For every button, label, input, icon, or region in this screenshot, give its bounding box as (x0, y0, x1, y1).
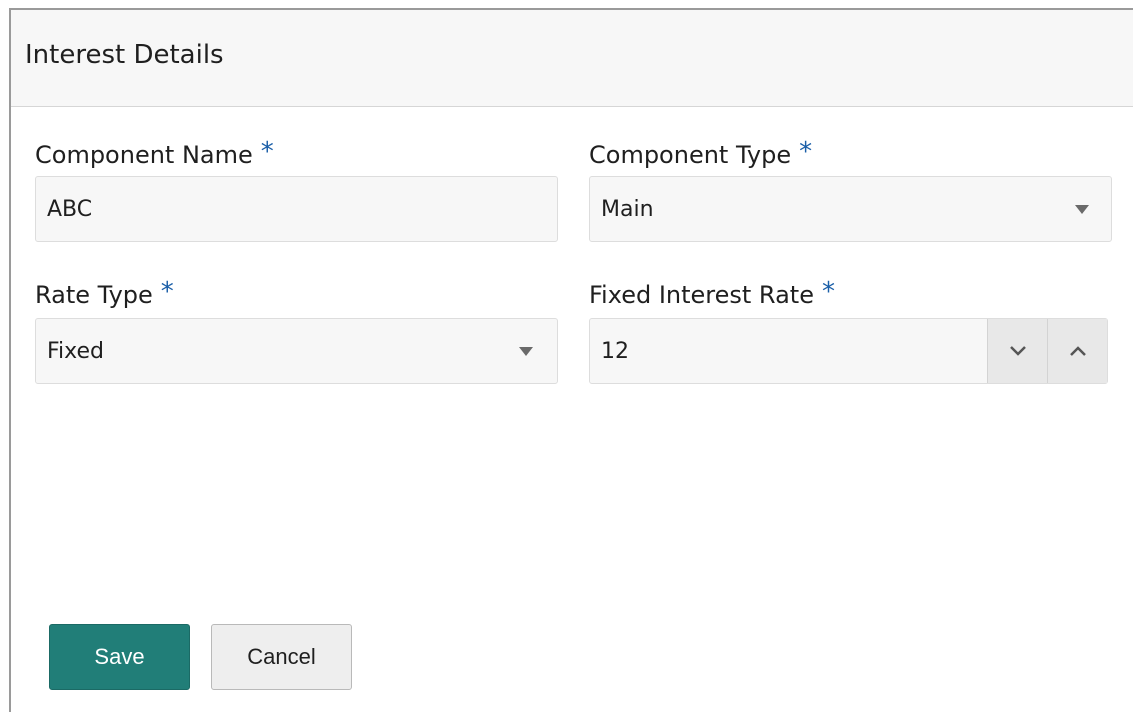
required-indicator: * (160, 277, 174, 307)
component-name-label: Component Name * (35, 137, 274, 170)
increment-button[interactable] (1047, 319, 1107, 383)
fixed-interest-rate-value: 12 (601, 339, 629, 364)
rate-type-label: Rate Type * (35, 277, 174, 310)
chevron-up-icon (1069, 346, 1086, 356)
chevron-down-icon[interactable] (519, 347, 533, 356)
fixed-interest-rate-label-text: Fixed Interest Rate (589, 281, 814, 309)
rate-type-value: Fixed (47, 339, 105, 364)
rate-type-select[interactable]: Fixed (35, 318, 558, 384)
fixed-interest-rate-input[interactable]: 12 (589, 318, 1108, 384)
component-type-select[interactable]: Main (589, 176, 1112, 242)
component-type-label-text: Component Type (589, 141, 792, 169)
save-button[interactable]: Save (49, 624, 190, 690)
component-type-value: Main (601, 197, 654, 222)
cancel-button[interactable]: Cancel (211, 624, 352, 690)
required-indicator: * (799, 137, 813, 167)
component-name-input[interactable]: ABC (35, 176, 558, 242)
chevron-down-icon[interactable] (1075, 205, 1089, 214)
component-name-value: ABC (47, 197, 93, 222)
dialog-header: Interest Details (11, 10, 1133, 107)
chevron-down-icon (1009, 346, 1026, 356)
fixed-interest-rate-label: Fixed Interest Rate * (589, 277, 835, 310)
required-indicator: * (260, 137, 274, 167)
decrement-button[interactable] (987, 319, 1047, 383)
component-type-label: Component Type * (589, 137, 813, 170)
rate-type-label-text: Rate Type (35, 281, 153, 309)
component-name-label-text: Component Name (35, 141, 253, 169)
dialog-title: Interest Details (25, 40, 224, 70)
interest-details-dialog: Interest Details Component Name * ABC Com… (9, 8, 1133, 712)
required-indicator: * (821, 277, 835, 307)
